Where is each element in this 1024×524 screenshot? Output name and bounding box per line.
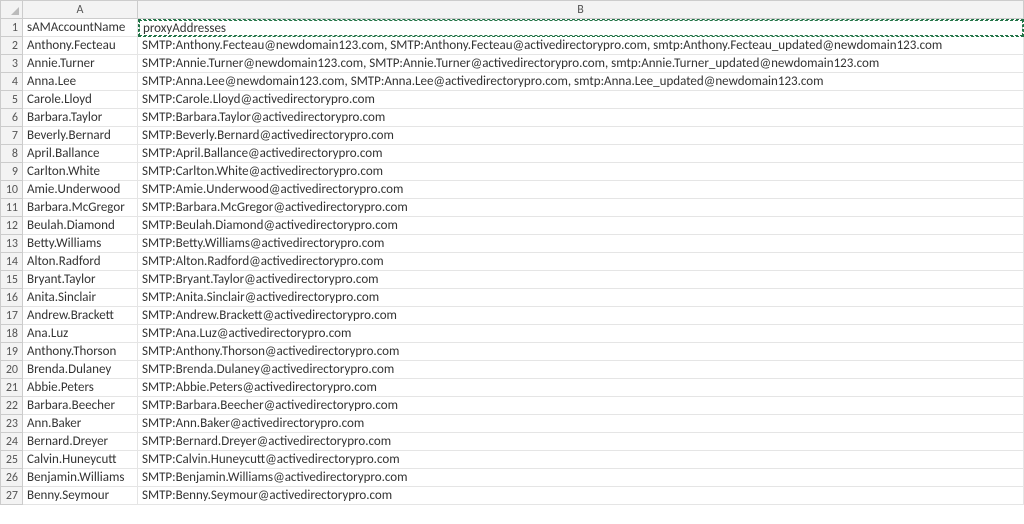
cell-A21[interactable]: Abbie.Peters — [23, 379, 138, 397]
row-header-19[interactable]: 19 — [1, 343, 23, 361]
spreadsheet-grid[interactable]: AB1sAMAccountNameproxyAddresses2Anthony.… — [0, 0, 1024, 505]
row-header-20[interactable]: 20 — [1, 361, 23, 379]
row-header-1[interactable]: 1 — [1, 19, 23, 37]
row-header-23[interactable]: 23 — [1, 415, 23, 433]
cell-A5[interactable]: Carole.Lloyd — [23, 91, 138, 109]
row-header-26[interactable]: 26 — [1, 469, 23, 487]
row-header-7[interactable]: 7 — [1, 127, 23, 145]
row-header-12[interactable]: 12 — [1, 217, 23, 235]
cell-B6[interactable]: SMTP:Barbara.Taylor@activedirectorypro.c… — [138, 109, 1024, 127]
row-header-10[interactable]: 10 — [1, 181, 23, 199]
cell-A18[interactable]: Ana.Luz — [23, 325, 138, 343]
cell-A27[interactable]: Benny.Seymour — [23, 487, 138, 505]
cell-A20[interactable]: Brenda.Dulaney — [23, 361, 138, 379]
cell-B13[interactable]: SMTP:Betty.Williams@activedirectorypro.c… — [138, 235, 1024, 253]
cell-A2[interactable]: Anthony.Fecteau — [23, 37, 138, 55]
cell-B27[interactable]: SMTP:Benny.Seymour@activedirectorypro.co… — [138, 487, 1024, 505]
cell-A17[interactable]: Andrew.Brackett — [23, 307, 138, 325]
cell-A25[interactable]: Calvin.Huneycutt — [23, 451, 138, 469]
row-header-25[interactable]: 25 — [1, 451, 23, 469]
cell-A24[interactable]: Bernard.Dreyer — [23, 433, 138, 451]
cell-B19[interactable]: SMTP:Anthony.Thorson@activedirectorypro.… — [138, 343, 1024, 361]
cell-A15[interactable]: Bryant.Taylor — [23, 271, 138, 289]
cell-A12[interactable]: Beulah.Diamond — [23, 217, 138, 235]
cell-B22[interactable]: SMTP:Barbara.Beecher@activedirectorypro.… — [138, 397, 1024, 415]
cell-B15[interactable]: SMTP:Bryant.Taylor@activedirectorypro.co… — [138, 271, 1024, 289]
cell-B26[interactable]: SMTP:Benjamin.Williams@activedirectorypr… — [138, 469, 1024, 487]
cell-B14[interactable]: SMTP:Alton.Radford@activedirectorypro.co… — [138, 253, 1024, 271]
cell-B20[interactable]: SMTP:Brenda.Dulaney@activedirectorypro.c… — [138, 361, 1024, 379]
row-header-17[interactable]: 17 — [1, 307, 23, 325]
row-header-11[interactable]: 11 — [1, 199, 23, 217]
cell-A22[interactable]: Barbara.Beecher — [23, 397, 138, 415]
row-header-21[interactable]: 21 — [1, 379, 23, 397]
select-all-corner[interactable] — [1, 1, 23, 19]
cell-A13[interactable]: Betty.Williams — [23, 235, 138, 253]
cell-B21[interactable]: SMTP:Abbie.Peters@activedirectorypro.com — [138, 379, 1024, 397]
cell-B16[interactable]: SMTP:Anita.Sinclair@activedirectorypro.c… — [138, 289, 1024, 307]
cell-A7[interactable]: Beverly.Bernard — [23, 127, 138, 145]
cell-B12[interactable]: SMTP:Beulah.Diamond@activedirectorypro.c… — [138, 217, 1024, 235]
row-header-2[interactable]: 2 — [1, 37, 23, 55]
cell-B17[interactable]: SMTP:Andrew.Brackett@activedirectorypro.… — [138, 307, 1024, 325]
row-header-14[interactable]: 14 — [1, 253, 23, 271]
column-header-A[interactable]: A — [23, 1, 138, 19]
cell-A11[interactable]: Barbara.McGregor — [23, 199, 138, 217]
cell-B3[interactable]: SMTP:Annie.Turner@newdomain123.com, SMTP… — [138, 55, 1024, 73]
row-header-16[interactable]: 16 — [1, 289, 23, 307]
row-header-9[interactable]: 9 — [1, 163, 23, 181]
cell-B9[interactable]: SMTP:Carlton.White@activedirectorypro.co… — [138, 163, 1024, 181]
cell-A1[interactable]: sAMAccountName — [23, 19, 138, 37]
cell-A16[interactable]: Anita.Sinclair — [23, 289, 138, 307]
row-header-22[interactable]: 22 — [1, 397, 23, 415]
row-header-24[interactable]: 24 — [1, 433, 23, 451]
cell-B11[interactable]: SMTP:Barbara.McGregor@activedirectorypro… — [138, 199, 1024, 217]
row-header-27[interactable]: 27 — [1, 487, 23, 505]
row-header-15[interactable]: 15 — [1, 271, 23, 289]
cell-B23[interactable]: SMTP:Ann.Baker@activedirectorypro.com — [138, 415, 1024, 433]
cell-A26[interactable]: Benjamin.Williams — [23, 469, 138, 487]
row-header-6[interactable]: 6 — [1, 109, 23, 127]
cell-A3[interactable]: Annie.Turner — [23, 55, 138, 73]
row-header-13[interactable]: 13 — [1, 235, 23, 253]
cell-A6[interactable]: Barbara.Taylor — [23, 109, 138, 127]
row-header-8[interactable]: 8 — [1, 145, 23, 163]
column-header-B[interactable]: B — [138, 1, 1024, 19]
cell-A10[interactable]: Amie.Underwood — [23, 181, 138, 199]
cell-B18[interactable]: SMTP:Ana.Luz@activedirectorypro.com — [138, 325, 1024, 343]
cell-A14[interactable]: Alton.Radford — [23, 253, 138, 271]
cell-A19[interactable]: Anthony.Thorson — [23, 343, 138, 361]
cell-B25[interactable]: SMTP:Calvin.Huneycutt@activedirectorypro… — [138, 451, 1024, 469]
cell-B5[interactable]: SMTP:Carole.Lloyd@activedirectorypro.com — [138, 91, 1024, 109]
cell-A23[interactable]: Ann.Baker — [23, 415, 138, 433]
row-header-3[interactable]: 3 — [1, 55, 23, 73]
cell-B1[interactable]: proxyAddresses — [138, 19, 1024, 37]
cell-A8[interactable]: April.Ballance — [23, 145, 138, 163]
row-header-18[interactable]: 18 — [1, 325, 23, 343]
row-header-4[interactable]: 4 — [1, 73, 23, 91]
cell-B4[interactable]: SMTP:Anna.Lee@newdomain123.com, SMTP:Ann… — [138, 73, 1024, 91]
cell-B7[interactable]: SMTP:Beverly.Bernard@activedirectorypro.… — [138, 127, 1024, 145]
cell-B24[interactable]: SMTP:Bernard.Dreyer@activedirectorypro.c… — [138, 433, 1024, 451]
cell-B8[interactable]: SMTP:April.Ballance@activedirectorypro.c… — [138, 145, 1024, 163]
cell-B10[interactable]: SMTP:Amie.Underwood@activedirectorypro.c… — [138, 181, 1024, 199]
cell-A9[interactable]: Carlton.White — [23, 163, 138, 181]
cell-B2[interactable]: SMTP:Anthony.Fecteau@newdomain123.com, S… — [138, 37, 1024, 55]
row-header-5[interactable]: 5 — [1, 91, 23, 109]
cell-A4[interactable]: Anna.Lee — [23, 73, 138, 91]
